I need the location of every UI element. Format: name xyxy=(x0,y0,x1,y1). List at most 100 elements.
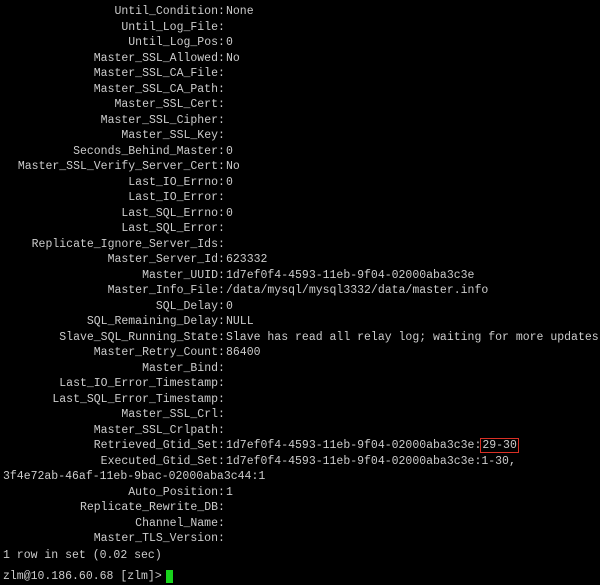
colon-sep: : xyxy=(218,438,226,454)
status-row: Replicate_Rewrite_DB: xyxy=(3,500,597,516)
field-label: Master_SSL_Crlpath xyxy=(3,423,218,439)
field-value: 0 xyxy=(226,299,597,315)
row-executed-gtid-set-wrap: 3f4e72ab-46af-11eb-9bac-02000aba3c44:1 xyxy=(3,469,597,485)
field-value xyxy=(226,423,597,439)
colon-sep: : xyxy=(218,345,226,361)
colon-sep: : xyxy=(218,423,226,439)
field-value: 0 xyxy=(226,175,597,191)
field-label: Last_SQL_Error xyxy=(3,221,218,237)
status-row: Until_Log_Pos: 0 xyxy=(3,35,597,51)
status-row: Master_Retry_Count: 86400 xyxy=(3,345,597,361)
field-value xyxy=(226,392,597,408)
gtid-wrap: 3f4e72ab-46af-11eb-9bac-02000aba3c44:1 xyxy=(3,469,265,485)
field-value: No xyxy=(226,159,597,175)
gtid-prefix: 1d7ef0f4-4593-11eb-9f04-02000aba3c3e: xyxy=(226,439,481,452)
status-row: Master_Info_File: /data/mysql/mysql3332/… xyxy=(3,283,597,299)
status-row: Until_Condition: None xyxy=(3,4,597,20)
field-label: Master_SSL_Crl xyxy=(3,407,218,423)
status-row: Auto_Position: 1 xyxy=(3,485,597,501)
field-value xyxy=(226,97,597,113)
status-row: Last_SQL_Error_Timestamp: xyxy=(3,392,597,408)
colon-sep: : xyxy=(218,283,226,299)
colon-sep: : xyxy=(218,51,226,67)
field-value: NULL xyxy=(226,314,597,330)
status-row: Until_Log_File: xyxy=(3,20,597,36)
colon-sep: : xyxy=(218,35,226,51)
gtid-highlight: 29-30 xyxy=(480,438,519,453)
status-row: Master_SSL_Cipher: xyxy=(3,113,597,129)
colon-sep: : xyxy=(218,175,226,191)
field-value xyxy=(226,407,597,423)
field-label: Executed_Gtid_Set xyxy=(3,454,218,470)
field-value xyxy=(226,500,597,516)
colon-sep: : xyxy=(218,485,226,501)
colon-sep: : xyxy=(218,159,226,175)
field-value: 0 xyxy=(226,144,597,160)
colon-sep: : xyxy=(218,376,226,392)
status-row: Master_SSL_Crl: xyxy=(3,407,597,423)
prompt-line[interactable]: zlm@10.186.60.68 [zlm]> xyxy=(3,569,597,585)
status-row: Master_UUID: 1d7ef0f4-4593-11eb-9f04-020… xyxy=(3,268,597,284)
field-value xyxy=(226,66,597,82)
field-label: Retrieved_Gtid_Set xyxy=(3,438,218,454)
field-value xyxy=(226,190,597,206)
field-label: Until_Log_File xyxy=(3,20,218,36)
field-label: Master_SSL_Key xyxy=(3,128,218,144)
field-label: Channel_Name xyxy=(3,516,218,532)
field-label: Master_SSL_Cipher xyxy=(3,113,218,129)
status-row: Replicate_Ignore_Server_Ids: xyxy=(3,237,597,253)
field-value: 1d7ef0f4-4593-11eb-9f04-02000aba3c3e xyxy=(226,268,597,284)
field-value xyxy=(226,82,597,98)
field-value: 1 xyxy=(226,485,597,501)
field-label: Master_SSL_Allowed xyxy=(3,51,218,67)
field-label: Last_IO_Error_Timestamp xyxy=(3,376,218,392)
status-row: Slave_SQL_Running_State: Slave has read … xyxy=(3,330,597,346)
status-row: Master_SSL_Crlpath: xyxy=(3,423,597,439)
field-label: Master_UUID xyxy=(3,268,218,284)
colon-sep: : xyxy=(218,97,226,113)
colon-sep: : xyxy=(218,392,226,408)
field-value xyxy=(226,128,597,144)
field-label: Master_TLS_Version xyxy=(3,531,218,547)
colon-sep: : xyxy=(218,299,226,315)
field-value: No xyxy=(226,51,597,67)
colon-sep: : xyxy=(218,330,226,346)
field-label: Slave_SQL_Running_State xyxy=(3,330,218,346)
field-label: Last_IO_Error xyxy=(3,190,218,206)
row-executed-gtid-set: Executed_Gtid_Set : 1d7ef0f4-4593-11eb-9… xyxy=(3,454,597,470)
colon-sep: : xyxy=(218,144,226,160)
colon-sep: : xyxy=(218,516,226,532)
field-value xyxy=(226,376,597,392)
shell-prompt: zlm@10.186.60.68 [zlm]> xyxy=(3,569,162,585)
status-row: Master_TLS_Version: xyxy=(3,531,597,547)
field-label: Master_Retry_Count xyxy=(3,345,218,361)
field-label: Master_SSL_Verify_Server_Cert xyxy=(3,159,218,175)
field-label: SQL_Delay xyxy=(3,299,218,315)
field-label: Seconds_Behind_Master xyxy=(3,144,218,160)
colon-sep: : xyxy=(218,4,226,20)
status-rows: Until_Condition: NoneUntil_Log_File: Unt… xyxy=(3,4,597,438)
colon-sep: : xyxy=(218,531,226,547)
status-row: Master_Server_Id: 623332 xyxy=(3,252,597,268)
status-row: Seconds_Behind_Master: 0 xyxy=(3,144,597,160)
field-label: SQL_Remaining_Delay xyxy=(3,314,218,330)
status-row: Last_SQL_Error: xyxy=(3,221,597,237)
field-label: Last_SQL_Error_Timestamp xyxy=(3,392,218,408)
field-label: Master_Bind xyxy=(3,361,218,377)
colon-sep: : xyxy=(218,454,226,470)
field-label: Master_SSL_Cert xyxy=(3,97,218,113)
field-label: Last_SQL_Errno xyxy=(3,206,218,222)
field-value: None xyxy=(226,4,597,20)
field-label: Replicate_Rewrite_DB xyxy=(3,500,218,516)
colon-sep: : xyxy=(218,206,226,222)
field-label: Replicate_Ignore_Server_Ids xyxy=(3,237,218,253)
status-row: Master_SSL_Allowed: No xyxy=(3,51,597,67)
colon-sep: : xyxy=(218,82,226,98)
colon-sep: : xyxy=(218,128,226,144)
status-row: Last_SQL_Errno: 0 xyxy=(3,206,597,222)
colon-sep: : xyxy=(218,252,226,268)
colon-sep: : xyxy=(218,113,226,129)
field-value xyxy=(226,516,597,532)
status-row: SQL_Delay: 0 xyxy=(3,299,597,315)
status-row: Master_SSL_Key: xyxy=(3,128,597,144)
